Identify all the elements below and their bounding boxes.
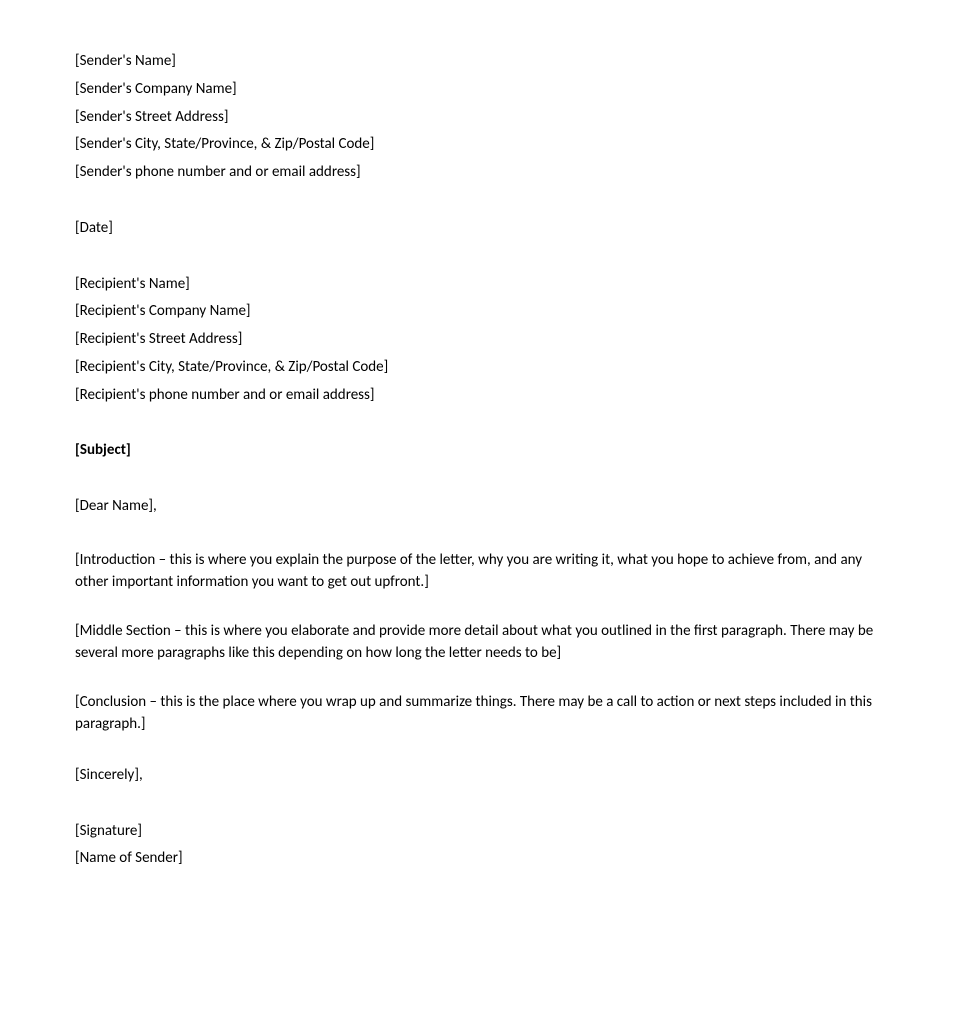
recipient-company: [Recipient's Company Name] [75,298,883,326]
date: [Date] [75,215,883,243]
date-block: [Date] [75,215,883,243]
signature: [Signature] [75,818,883,846]
middle-paragraph: [Middle Section – this is where you elab… [75,620,883,665]
sender-company: [Sender's Company Name] [75,76,883,104]
recipient-city-state-zip: [Recipient's City, State/Province, & Zip… [75,354,883,382]
subject-block: [Subject] [75,437,883,465]
closing: [Sincerely], [75,762,883,790]
name-of-sender: [Name of Sender] [75,845,883,873]
subject: [Subject] [75,437,883,465]
salutation-block: [Dear Name], [75,493,883,521]
sender-city-state-zip: [Sender's City, State/Province, & Zip/Po… [75,131,883,159]
closing-block: [Sincerely], [75,762,883,790]
introduction-paragraph: [Introduction – this is where you explai… [75,549,883,594]
salutation: [Dear Name], [75,493,883,521]
sender-street: [Sender's Street Address] [75,104,883,132]
sender-block: [Sender's Name] [Sender's Company Name] … [75,48,883,187]
recipient-block: [Recipient's Name] [Recipient's Company … [75,271,883,410]
conclusion-paragraph: [Conclusion – this is the place where yo… [75,691,883,736]
sender-name: [Sender's Name] [75,48,883,76]
recipient-street: [Recipient's Street Address] [75,326,883,354]
signature-block: [Signature] [Name of Sender] [75,818,883,874]
recipient-contact: [Recipient's phone number and or email a… [75,382,883,410]
recipient-name: [Recipient's Name] [75,271,883,299]
sender-contact: [Sender's phone number and or email addr… [75,159,883,187]
